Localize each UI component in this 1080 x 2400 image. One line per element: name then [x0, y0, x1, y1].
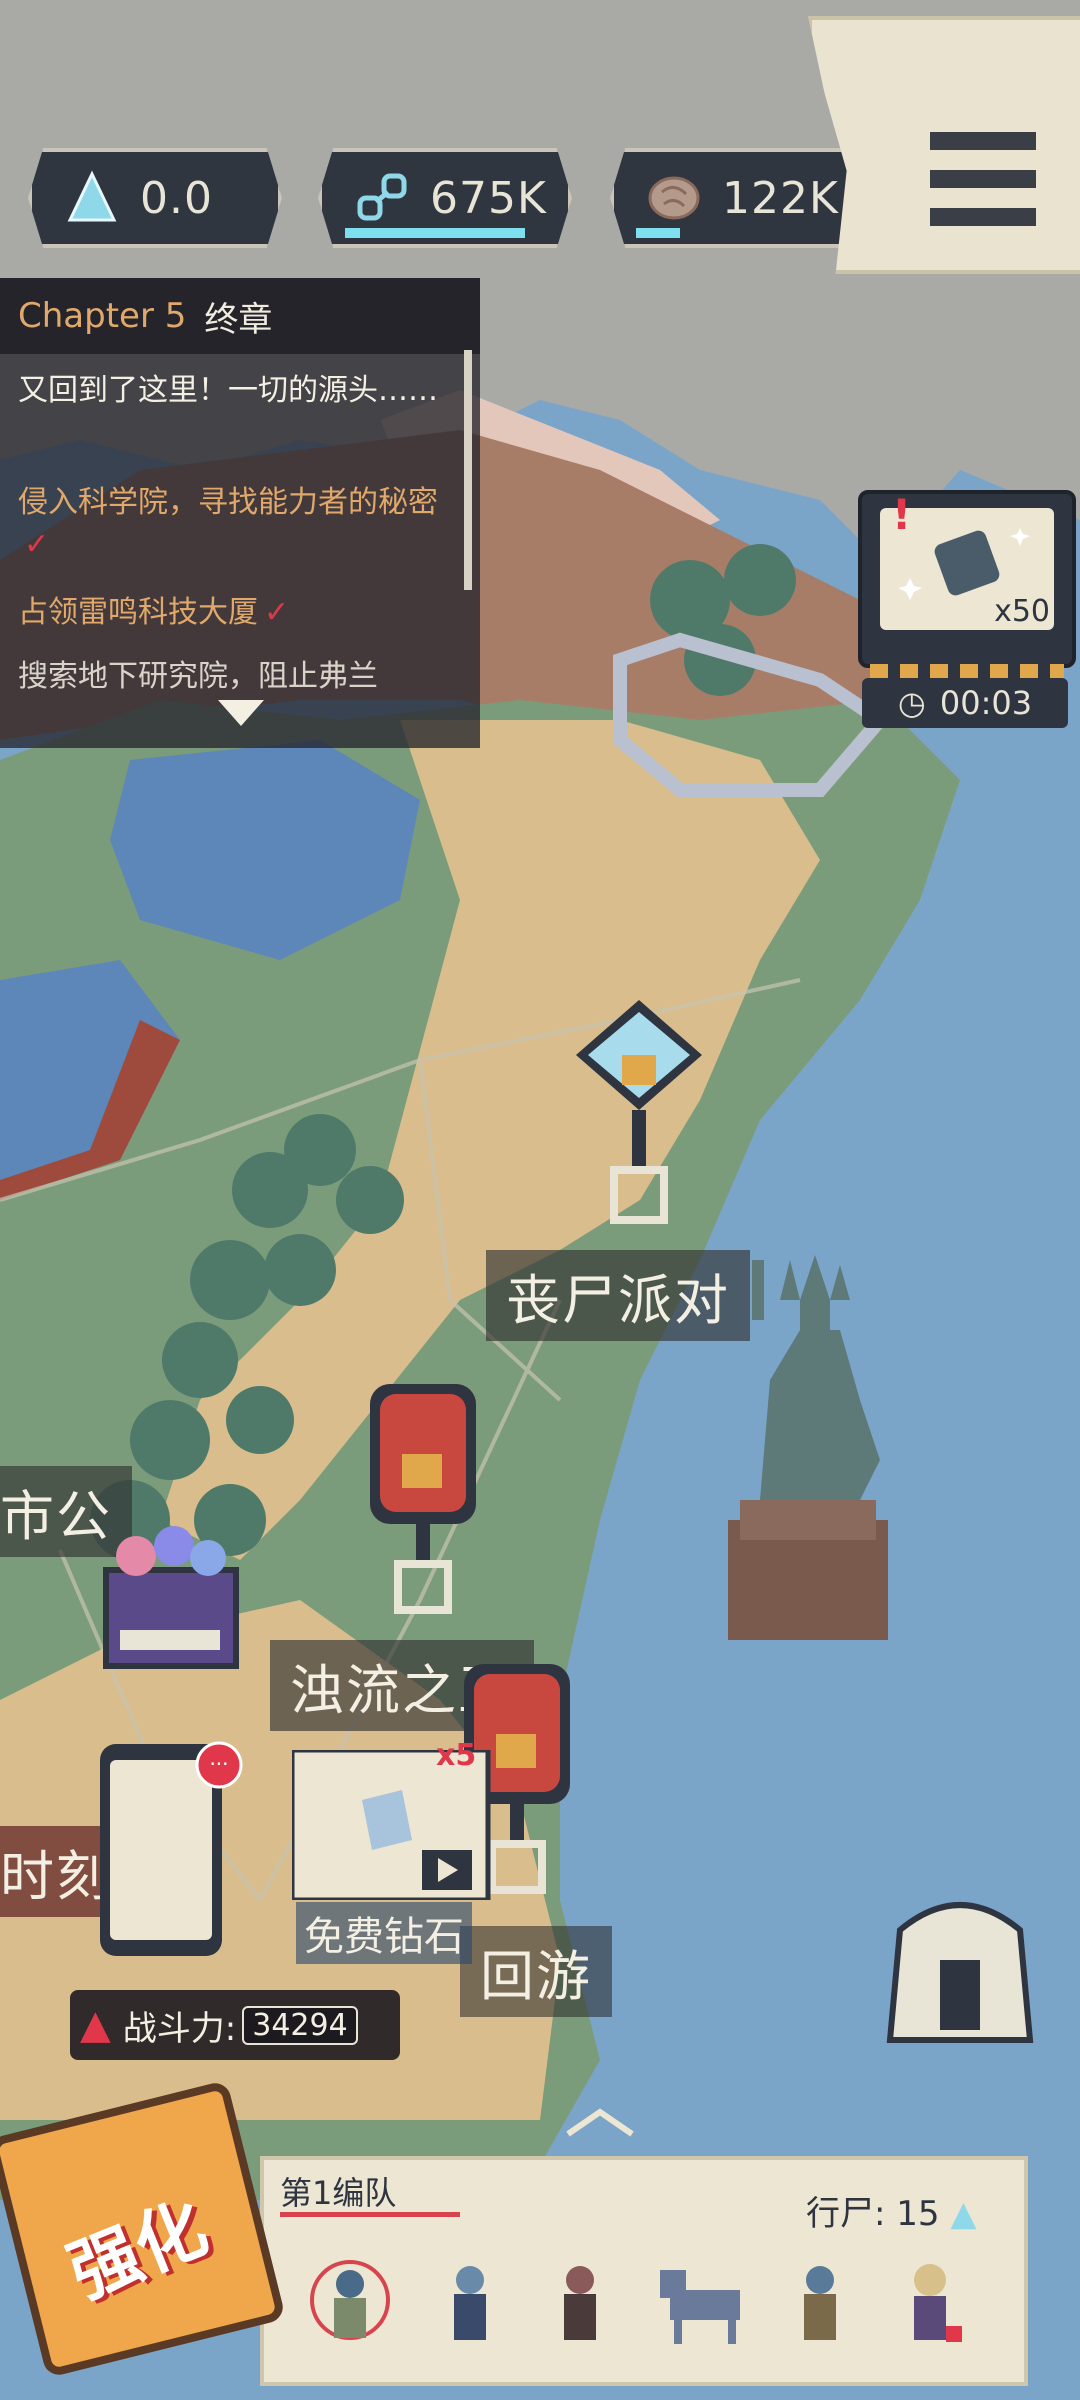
ghost-shop-building[interactable]	[96, 1520, 246, 1670]
chapter-number: Chapter 5	[18, 296, 187, 336]
population-value: 15	[896, 2194, 940, 2234]
zombie-population: 行尸: 15 ▲	[806, 2186, 977, 2235]
zombie-unit-icon	[310, 2260, 390, 2340]
reward-chest-button[interactable]: ! x50	[858, 490, 1076, 668]
alert-icon: !	[892, 490, 912, 539]
stage-node-cleared[interactable]	[574, 1000, 704, 1230]
population-label: 行尸:	[806, 2194, 886, 2234]
free-diamonds-button[interactable]: x5	[289, 1738, 492, 1903]
brain-icon	[644, 168, 704, 228]
blue-crystal-icon: ▲	[950, 2194, 977, 2234]
resource-bar	[345, 228, 525, 238]
squad-unit[interactable]	[540, 2250, 620, 2350]
chest-timer: ◷ 00:03	[862, 678, 1068, 728]
quest-text: 搜索地下研究院，阻止弗兰	[18, 659, 378, 694]
quest-text: 侵入科学院，寻找能力者的秘密	[18, 485, 438, 520]
trophy-icon	[576, 1000, 702, 1224]
chapter-header: Chapter 5 终章	[0, 278, 480, 354]
checkmark-icon: ✓	[264, 595, 290, 630]
resource-crystal[interactable]: 0.0	[28, 148, 282, 248]
chapter-name: 终章	[204, 299, 273, 340]
zombie-unit-icon	[914, 2264, 962, 2342]
zombie-dog-icon	[660, 2270, 740, 2344]
clock-icon: ◷	[897, 684, 926, 722]
collapse-arrow-icon[interactable]	[560, 2102, 640, 2142]
upgrade-label: 强化	[57, 2186, 219, 2315]
squad-unit[interactable]	[780, 2250, 860, 2350]
svg-text:···: ···	[209, 1752, 228, 1776]
squad-unit[interactable]	[430, 2250, 510, 2350]
phone-messages-button[interactable]: ···	[96, 1740, 243, 1960]
squad-name: 第1编队	[280, 2174, 397, 2212]
gift-count: x5	[436, 1738, 477, 1773]
quest-item[interactable]: 占领雷鸣科技大厦 ✓	[18, 592, 448, 634]
power-label: 战斗力:	[122, 2008, 237, 2049]
main-menu-button[interactable]	[808, 16, 1080, 274]
quest-item[interactable]: 又回到了这里！一切的源头……	[18, 370, 448, 412]
squad-unit[interactable]	[890, 2250, 970, 2350]
timer-progress-stripes	[870, 664, 1064, 678]
resource-value: 675K	[430, 172, 547, 224]
chain-link-icon	[352, 168, 412, 228]
squad-name-underline	[280, 2212, 460, 2217]
stage-label-zombie-party[interactable]: 丧尸派对	[486, 1250, 750, 1341]
checkmark-icon: ✓	[24, 527, 50, 562]
stage-node-locked[interactable]	[368, 1384, 478, 1614]
zombie-unit-icon	[564, 2266, 596, 2340]
trophy-icon	[370, 1384, 476, 1614]
zombie-unit-icon	[454, 2266, 486, 2340]
blue-crystal-icon	[62, 168, 122, 228]
quest-text: 又回到了这里！一切的源头……	[18, 373, 438, 408]
timer-value: 00:03	[939, 684, 1033, 722]
ghost-icon	[103, 1526, 239, 1669]
squad-unit[interactable]	[310, 2250, 390, 2350]
warning-icon: ▲	[80, 2002, 111, 2048]
power-value: 34294	[242, 2005, 358, 2045]
resource-bar	[636, 228, 680, 238]
zombie-unit-icon	[804, 2266, 836, 2340]
quest-text: 占领雷鸣科技大厦	[18, 595, 258, 630]
chapter-quest-panel[interactable]: Chapter 5 终章 又回到了这里！一切的源头…… 侵入科学院，寻找能力者的…	[0, 278, 480, 748]
free-diamonds-label[interactable]: 免费钻石	[296, 1902, 472, 1964]
resource-value: 122K	[722, 172, 839, 224]
quest-item[interactable]: 侵入科学院，寻找能力者的秘密 ✓	[18, 482, 448, 566]
quest-scrollbar[interactable]	[464, 350, 472, 590]
combat-power-display: ▲ 战斗力: 34294	[70, 1990, 400, 2060]
squad-unit[interactable]	[650, 2250, 760, 2350]
stage-label-tour[interactable]: 回游	[460, 1926, 612, 2017]
resource-value: 0.0	[140, 172, 213, 224]
quest-item[interactable]: 搜索地下研究院，阻止弗兰	[18, 656, 448, 700]
chest-count: x50	[994, 594, 1050, 629]
chevron-down-icon[interactable]	[218, 700, 264, 728]
notification-badge-icon: ···	[195, 1741, 243, 1789]
